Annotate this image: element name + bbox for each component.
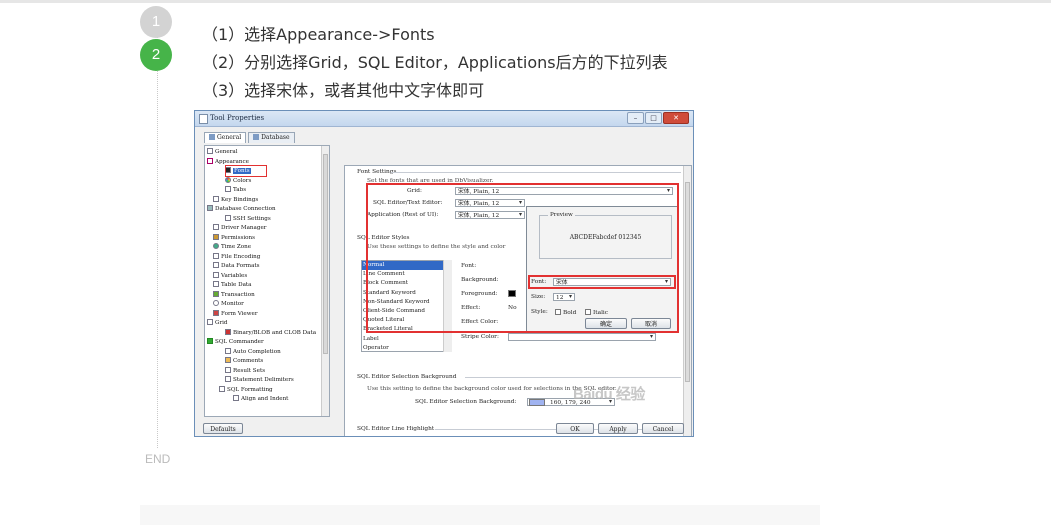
completion-icon	[225, 347, 231, 354]
apply-button[interactable]: Apply	[598, 423, 638, 434]
tree-item-auto-completion[interactable]: Auto Completion	[225, 347, 281, 357]
tree-item-time-zone[interactable]: Time Zone	[213, 243, 251, 252]
driver-icon	[213, 224, 219, 230]
ok-button[interactable]: OK	[556, 423, 594, 434]
tree-item-database-connection[interactable]: Database Connection	[207, 205, 276, 214]
brush-icon	[207, 157, 213, 164]
step-1-badge[interactable]: 1	[140, 6, 172, 38]
footer-area	[140, 505, 820, 525]
step-timeline	[157, 18, 158, 448]
tree-scrollbar[interactable]	[321, 146, 329, 416]
key-icon	[213, 195, 219, 202]
step-screenshot: Tool Properties – □ ✕ General Database G…	[194, 110, 694, 437]
permission-icon	[213, 233, 219, 240]
play-icon	[207, 338, 213, 344]
dialog-titlebar: Tool Properties – □ ✕	[195, 111, 693, 127]
transaction-icon	[213, 290, 219, 297]
cancel-button[interactable]: Cancel	[642, 423, 684, 434]
palette-icon	[225, 176, 231, 183]
dialog-button-bar: Defaults OK Apply Cancel	[195, 423, 693, 436]
top-divider	[0, 0, 1051, 3]
separator	[391, 172, 681, 173]
tree-scroll-thumb[interactable]	[323, 154, 328, 354]
highlight-font-settings	[366, 183, 679, 333]
ssh-icon	[225, 214, 231, 221]
indent-icon	[233, 395, 239, 401]
format-sql-icon	[219, 385, 225, 392]
settings-scrollbar[interactable]	[683, 166, 691, 436]
selection-color-swatch	[529, 398, 545, 406]
dialog-title: Tool Properties	[210, 114, 265, 122]
blob-icon	[225, 328, 231, 335]
tree-panel: General Appearance Fonts Colors Tabs Key…	[204, 145, 330, 417]
minimize-button[interactable]: –	[627, 112, 644, 124]
instruction-line-3: （3）选择宋体，或者其他中文字体即可	[202, 81, 485, 100]
settings-tree: General Appearance Fonts Colors Tabs Key…	[204, 145, 692, 436]
page-icon	[207, 148, 213, 154]
baidu-watermark: Baidu 经验	[573, 386, 645, 403]
instruction-line-1: （1）选择Appearance->Fonts	[202, 25, 435, 44]
settings-scroll-thumb[interactable]	[685, 182, 690, 382]
tree-item-result-sets[interactable]: Result Sets	[225, 366, 265, 376]
tree-item-tabs[interactable]: Tabs	[225, 186, 246, 195]
tab-icon	[225, 186, 231, 192]
tree-item-form-viewer[interactable]: Form Viewer	[213, 309, 258, 319]
defaults-button[interactable]: Defaults	[203, 423, 243, 434]
tree-item-grid[interactable]: Grid	[207, 319, 228, 328]
end-label: END	[145, 452, 171, 466]
tree-item-align-indent[interactable]: Align and Indent	[233, 395, 288, 404]
stripe-color-label: Stripe Color:	[461, 334, 499, 340]
instruction-line-2: （2）分别选择Grid，SQL Editor，Applications后方的下拉…	[202, 53, 668, 72]
highlight-fonts	[225, 165, 267, 177]
tree-item-data-formats[interactable]: Data Formats	[213, 262, 260, 271]
tree-item-sql-commander[interactable]: SQL Commander	[207, 338, 264, 347]
general-icon	[209, 134, 215, 140]
file-icon	[213, 252, 219, 259]
selection-background-heading: SQL Editor Selection Background	[357, 374, 457, 380]
form-icon	[213, 309, 219, 316]
tree-item-variables[interactable]: Variables	[213, 271, 247, 281]
tree-item-transaction[interactable]: Transaction	[213, 290, 255, 300]
tree-item-colors[interactable]: Colors	[225, 176, 251, 186]
result-icon	[225, 366, 231, 373]
grid-icon	[207, 319, 213, 325]
maximize-button[interactable]: □	[645, 112, 662, 124]
globe-icon	[213, 243, 219, 249]
tree-item-key-bindings[interactable]: Key Bindings	[213, 195, 258, 205]
format-icon	[213, 262, 219, 268]
tree-item-driver-manager[interactable]: Driver Manager	[213, 224, 266, 233]
selection-background-label: SQL Editor Selection Background:	[415, 399, 517, 405]
tab-general[interactable]: General	[204, 132, 247, 143]
table-icon	[213, 281, 219, 287]
tree-item-permissions[interactable]: Permissions	[213, 233, 255, 243]
tree-item-monitor[interactable]: Monitor	[213, 300, 244, 309]
tree-item-binary-blob[interactable]: Binary/BLOB and CLOB Data	[225, 328, 316, 338]
delimiter-icon	[225, 376, 231, 382]
style-item[interactable]: Label	[362, 335, 450, 344]
tree-item-sql-formatting[interactable]: SQL Formatting	[219, 385, 273, 395]
close-button[interactable]: ✕	[663, 112, 689, 124]
tree-item-comments[interactable]: Comments	[225, 357, 263, 366]
tab-database[interactable]: Database	[248, 132, 295, 143]
tree-item-general[interactable]: General	[207, 148, 238, 157]
database-icon	[253, 134, 260, 140]
tab-database-label: Database	[261, 134, 290, 141]
separator	[465, 377, 681, 378]
database-icon	[207, 205, 213, 211]
comment-icon	[225, 357, 231, 363]
tab-general-label: General	[217, 134, 242, 141]
tree-item-ssh-settings[interactable]: SSH Settings	[225, 214, 271, 224]
style-item[interactable]: Operator	[362, 344, 450, 353]
window-icon	[199, 114, 208, 124]
stripe-color-select[interactable]	[508, 333, 656, 341]
monitor-icon	[213, 300, 219, 306]
variable-icon	[213, 271, 219, 278]
tree-item-statement-delimiters[interactable]: Statement Delimiters	[225, 376, 294, 385]
tree-item-file-encoding[interactable]: File Encoding	[213, 252, 260, 262]
step-2-badge[interactable]: 2	[140, 39, 172, 71]
tree-item-table-data[interactable]: Table Data	[213, 281, 252, 290]
